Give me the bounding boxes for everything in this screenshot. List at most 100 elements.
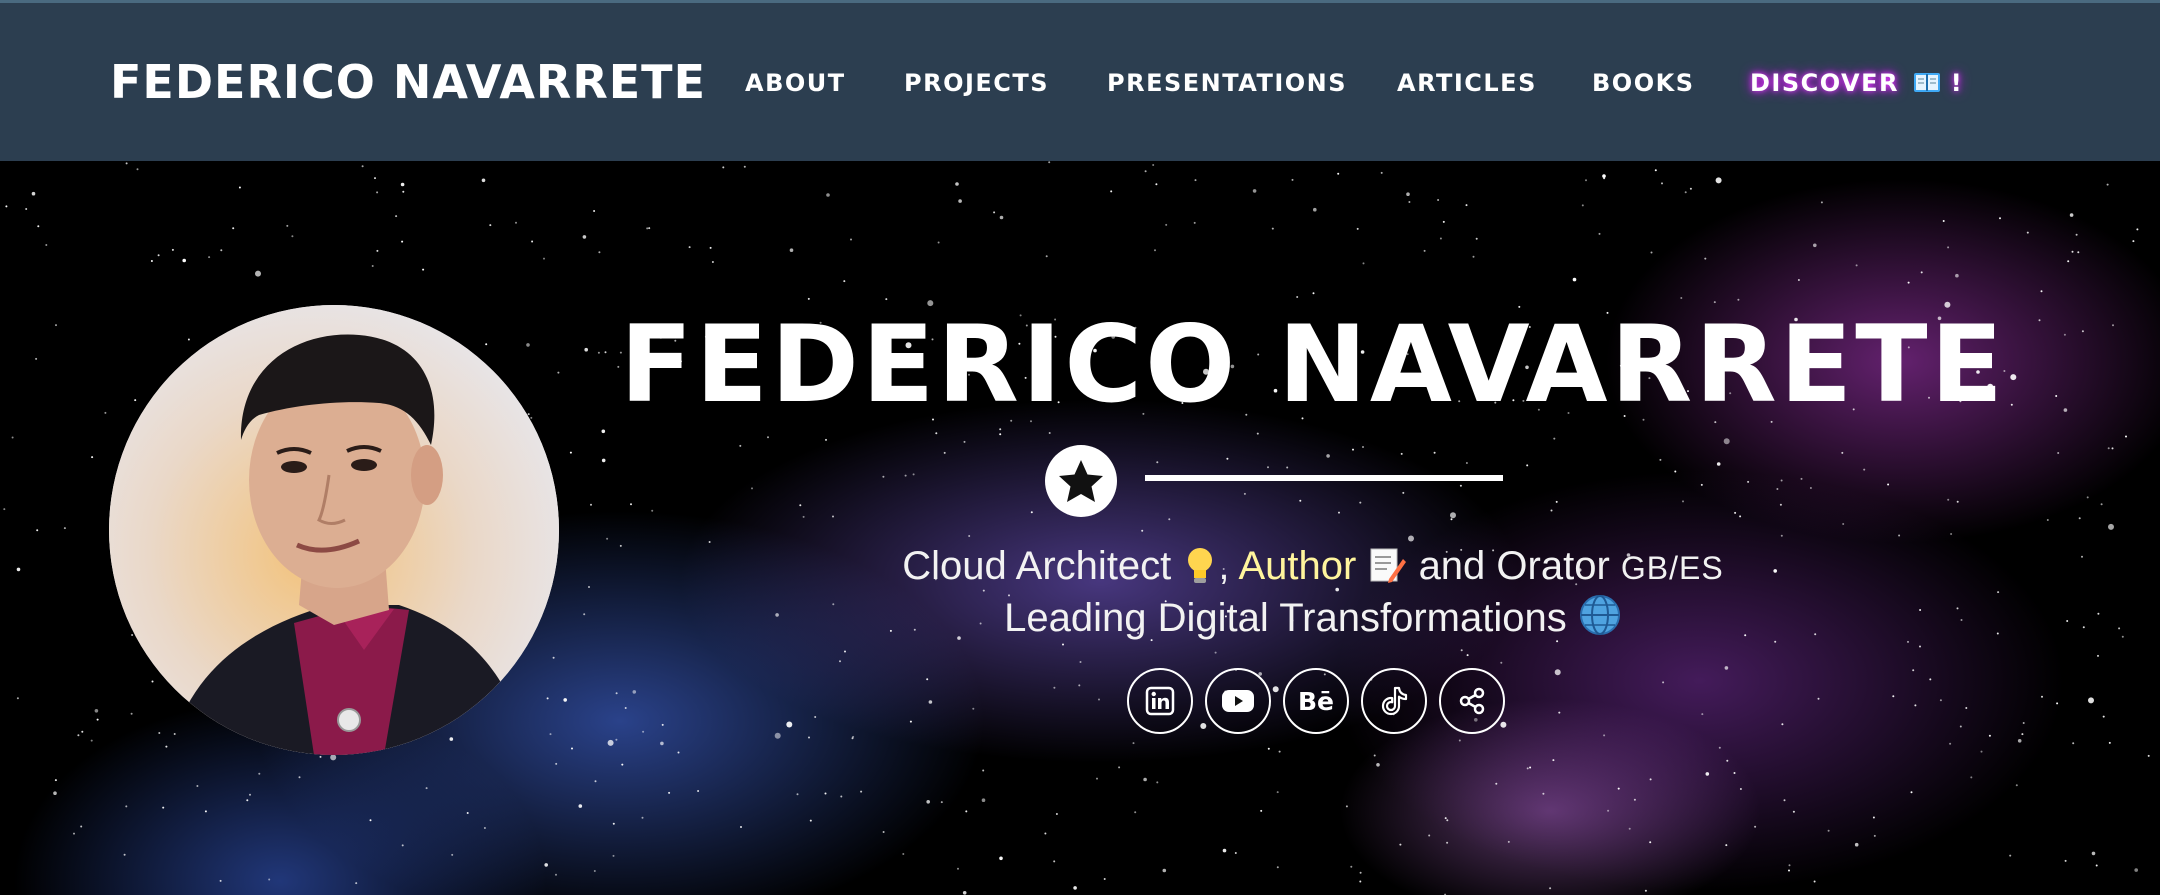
star-dot: [1603, 177, 1606, 180]
star-dot: [171, 248, 174, 251]
nav-presentations[interactable]: PRESENTATIONS: [1107, 69, 1347, 97]
star-dot: [1442, 220, 1445, 223]
star-dot: [130, 712, 133, 715]
star-dot: [401, 844, 404, 847]
star-dot: [999, 856, 1003, 861]
star-dot: [1359, 880, 1362, 883]
star-dot: [1156, 781, 1159, 784]
star-dot: [489, 224, 492, 227]
star-dot: [1134, 811, 1137, 814]
star-dot: [91, 456, 94, 459]
star-dot: [1734, 511, 1737, 514]
star-dot: [926, 678, 929, 681]
star-dot: [2088, 697, 2094, 704]
star-dot: [1154, 249, 1156, 252]
brand-link[interactable]: FEDERICO NAVARRETE: [110, 55, 706, 109]
star-dot: [668, 791, 671, 794]
nav-about[interactable]: ABOUT: [745, 69, 846, 97]
star-dot: [96, 718, 99, 721]
star-dot: [1956, 500, 1959, 503]
star-dot: [546, 697, 549, 700]
star-dot: [826, 193, 830, 197]
star-dot: [53, 791, 57, 795]
star-dot: [1607, 809, 1610, 812]
star-dot: [1168, 518, 1171, 521]
role-author: Author: [1238, 544, 1357, 588]
star-dot: [2086, 496, 2089, 499]
star-dot: [2102, 715, 2105, 718]
nav-articles[interactable]: ARTICLES: [1397, 69, 1537, 97]
star-dot: [246, 799, 249, 802]
star-dot: [999, 428, 1002, 431]
star-dot: [220, 249, 223, 252]
star-dot: [1144, 170, 1147, 173]
star-dot: [1362, 262, 1365, 265]
star-dot: [1044, 832, 1047, 835]
star-dot: [73, 832, 75, 835]
star-dot: [2017, 739, 2022, 743]
star-dot: [1465, 204, 1468, 207]
star-dot: [2136, 228, 2139, 231]
linkedin-button[interactable]: [1127, 668, 1193, 734]
star-dot: [1500, 661, 1503, 664]
tiktok-button[interactable]: [1361, 668, 1427, 734]
star-dot: [3, 508, 6, 511]
star-dot: [796, 793, 799, 796]
share-button[interactable]: [1439, 668, 1505, 734]
star-dot: [612, 822, 615, 825]
star-dot: [258, 772, 261, 775]
star-dot: [1141, 529, 1144, 532]
star-dot: [1555, 500, 1558, 503]
star-dot: [1062, 643, 1064, 646]
star-dot: [543, 257, 545, 260]
behance-button[interactable]: Bē: [1283, 668, 1349, 734]
star-dot: [601, 458, 606, 463]
star-dot: [1446, 841, 1449, 844]
star-dot: [885, 298, 888, 301]
star-dot: [1472, 255, 1475, 258]
star-dot: [1887, 483, 1890, 486]
star-dot: [45, 244, 48, 246]
star-dot: [722, 166, 725, 169]
nav-books[interactable]: BOOKS: [1592, 69, 1694, 97]
star-dot: [1914, 704, 1917, 707]
star-dot: [1495, 782, 1498, 785]
nav-discover[interactable]: DISCOVER !: [1750, 69, 1963, 97]
star-dot: [1376, 763, 1380, 767]
social-links: Bē: [1127, 668, 1505, 736]
star-dot: [642, 730, 645, 733]
star-dot: [935, 432, 938, 435]
star-dot: [1988, 734, 1991, 737]
star-dot: [2147, 754, 2150, 757]
star-dot: [54, 779, 57, 782]
star-dot: [632, 690, 637, 694]
star-dot: [1278, 750, 1281, 753]
star-dot: [402, 190, 405, 193]
star-dot: [1781, 723, 1784, 726]
star-dot: [2064, 859, 2067, 862]
tagline-line-1: Cloud Architect , Author and Orator GB/E…: [466, 541, 2160, 593]
navbar: FEDERICO NAVARRETE ABOUT PROJECTS PRESEN…: [0, 0, 2160, 161]
youtube-button[interactable]: [1205, 668, 1271, 734]
star-dot: [1898, 534, 1901, 537]
linkedin-icon: [1145, 686, 1175, 716]
star-dot: [286, 224, 289, 227]
star-dot: [1726, 759, 1729, 762]
star-dot: [1256, 432, 1259, 435]
star-dot: [1045, 255, 1048, 258]
star-dot: [615, 692, 618, 695]
star-dot: [1143, 777, 1147, 782]
star-dot: [999, 433, 1002, 436]
star-dot: [2071, 250, 2074, 253]
star-dot: [2107, 447, 2110, 450]
star-dot: [1053, 860, 1056, 863]
star-dot: [1783, 799, 1786, 802]
star-dot: [1079, 661, 1082, 663]
star-dot: [677, 751, 680, 754]
star-dot: [1526, 767, 1529, 770]
star-dot: [2095, 864, 2098, 867]
star-dot: [1723, 438, 1730, 445]
nav-projects[interactable]: PROJECTS: [904, 69, 1049, 97]
star-dot: [1980, 750, 1983, 753]
star-dot: [955, 182, 959, 186]
